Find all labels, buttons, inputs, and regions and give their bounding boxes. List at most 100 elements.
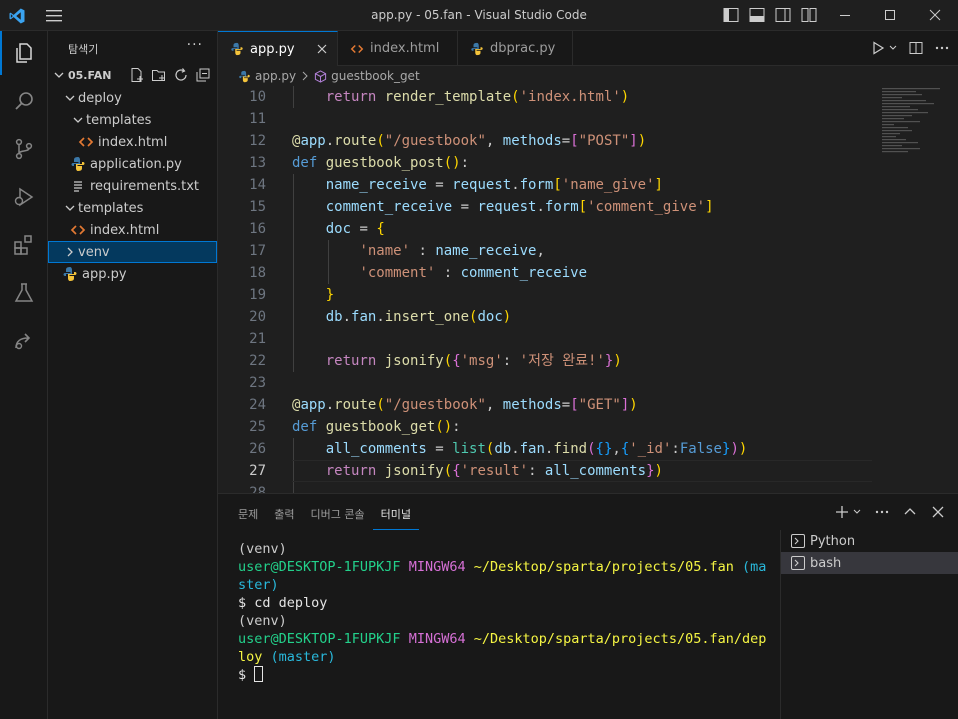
line-number: 18 bbox=[249, 265, 266, 281]
code-line: 22 return jsonify({'msg': '저장 완료!'}) bbox=[218, 350, 958, 372]
tree-item-label: venv bbox=[78, 244, 110, 260]
terminal-item-python[interactable]: Python bbox=[781, 530, 958, 552]
tab-dbprac-py[interactable]: dbprac.py bbox=[458, 31, 573, 66]
terminal-line: (venv) bbox=[238, 613, 287, 629]
panel-tab-terminal[interactable]: 터미널 bbox=[372, 494, 419, 530]
tree-item-label: templates bbox=[78, 200, 144, 216]
search-icon bbox=[15, 92, 33, 110]
activity-testing[interactable] bbox=[0, 271, 48, 315]
breadcrumb: app.py guestbook_get bbox=[218, 66, 958, 86]
toggle-sidebar-icon[interactable] bbox=[722, 6, 740, 24]
tree-item-label: app.py bbox=[82, 266, 127, 282]
python-file-icon bbox=[239, 70, 250, 82]
code-line: 19 } bbox=[218, 284, 958, 306]
terminal-icon bbox=[791, 556, 805, 570]
collapse-all-icon[interactable] bbox=[195, 67, 211, 83]
python-file-icon bbox=[71, 157, 85, 171]
tab-label: index.html bbox=[370, 41, 440, 56]
toggle-panel-icon[interactable] bbox=[748, 6, 766, 24]
activity-run-debug[interactable] bbox=[0, 175, 48, 219]
new-file-icon[interactable] bbox=[129, 67, 145, 83]
code-editor[interactable]: 10 return render_template('index.html') … bbox=[218, 86, 958, 493]
more-actions-icon[interactable] bbox=[874, 504, 890, 520]
line-number: 14 bbox=[249, 177, 266, 193]
explorer-icon bbox=[16, 43, 32, 63]
line-number: 12 bbox=[249, 133, 266, 149]
activity-source-control[interactable] bbox=[0, 127, 48, 171]
tree-folder-templates-root[interactable]: templates bbox=[48, 197, 217, 219]
terminal-prompt: $ bbox=[238, 666, 778, 684]
tree-item-label: templates bbox=[86, 112, 152, 128]
remote-explorer-icon bbox=[15, 333, 31, 350]
code-line: 15 comment_receive = request.form['comme… bbox=[218, 196, 958, 218]
line-number: 10 bbox=[249, 89, 266, 105]
symbol-method-icon bbox=[315, 69, 327, 83]
new-folder-icon[interactable] bbox=[151, 67, 167, 83]
terminal-cursor bbox=[254, 666, 264, 682]
tab-label: app.py bbox=[250, 41, 295, 57]
activity-explorer[interactable] bbox=[0, 31, 48, 75]
panel-tab-problems[interactable]: 문제 bbox=[230, 494, 266, 530]
new-terminal-icon[interactable] bbox=[834, 504, 850, 520]
customize-layout-icon[interactable] bbox=[800, 6, 818, 24]
activity-remote[interactable] bbox=[0, 319, 48, 363]
chevron-down-icon bbox=[65, 95, 75, 101]
line-number: 11 bbox=[249, 111, 266, 127]
code-line: 14 name_receive = request.form['name_giv… bbox=[218, 174, 958, 196]
chevron-down-icon[interactable] bbox=[888, 40, 898, 56]
maximize-icon[interactable] bbox=[881, 6, 899, 24]
close-tab-icon[interactable] bbox=[315, 42, 329, 56]
toggle-secondary-sidebar-icon[interactable] bbox=[774, 6, 792, 24]
bottom-panel: 문제 출력 디버그 콘솔 터미널 (venv) user@DESKTOP-1FUP… bbox=[218, 493, 958, 719]
tree-file-application-py[interactable]: application.py bbox=[48, 153, 217, 175]
activity-extensions[interactable] bbox=[0, 223, 48, 267]
maximize-panel-icon[interactable] bbox=[902, 504, 918, 520]
tree-file-app-py[interactable]: app.py bbox=[48, 263, 217, 285]
close-icon[interactable] bbox=[926, 6, 944, 24]
tree-file-index-html[interactable]: index.html bbox=[48, 131, 217, 153]
workspace-root[interactable]: 05.FAN bbox=[48, 65, 217, 87]
terminal-output[interactable]: (venv) user@DESKTOP-1FUPKJF MINGW64 ~/Des… bbox=[238, 540, 778, 684]
line-number: 25 bbox=[249, 419, 266, 435]
terminal-item-bash[interactable]: bash bbox=[781, 552, 958, 574]
terminal-line: $ cd deploy bbox=[238, 595, 328, 611]
code-line: 20 db.fan.insert_one(doc) bbox=[218, 306, 958, 328]
panel-tab-output[interactable]: 출력 bbox=[266, 494, 302, 530]
split-editor-icon[interactable] bbox=[908, 40, 924, 56]
minimap[interactable] bbox=[880, 86, 944, 166]
tab-app-py[interactable]: app.py bbox=[218, 31, 338, 66]
tree-file-requirements-txt[interactable]: requirements.txt bbox=[48, 175, 217, 197]
panel-tab-debug-console[interactable]: 디버그 콘솔 bbox=[303, 494, 373, 530]
extensions-icon bbox=[14, 235, 32, 255]
tree-item-label: requirements.txt bbox=[90, 178, 200, 194]
refresh-icon[interactable] bbox=[173, 67, 189, 83]
code-line: 28 bbox=[218, 482, 958, 493]
workspace-name: 05.FAN bbox=[68, 69, 112, 82]
terminal-icon bbox=[791, 534, 805, 548]
terminal-item-label: Python bbox=[810, 533, 856, 549]
tree-folder-deploy[interactable]: deploy bbox=[48, 87, 217, 109]
tab-index-html[interactable]: index.html bbox=[338, 31, 458, 66]
tree-item-label: deploy bbox=[78, 90, 122, 106]
breadcrumb-file[interactable]: app.py bbox=[255, 69, 296, 83]
line-number: 17 bbox=[249, 243, 266, 259]
source-control-icon bbox=[15, 138, 33, 160]
line-number: 26 bbox=[249, 441, 266, 457]
run-debug-icon bbox=[14, 187, 34, 207]
line-number: 13 bbox=[249, 155, 266, 171]
run-icon[interactable] bbox=[870, 40, 886, 56]
chevron-down-icon[interactable] bbox=[852, 504, 862, 520]
tree-file-index-html-root[interactable]: index.html bbox=[48, 219, 217, 241]
tree-folder-venv[interactable]: venv bbox=[48, 241, 217, 263]
minimize-icon[interactable] bbox=[836, 6, 854, 24]
activity-bar bbox=[0, 31, 48, 719]
tree-folder-templates[interactable]: templates bbox=[48, 109, 217, 131]
code-line-current: 27 return jsonify({'result': all_comment… bbox=[218, 460, 958, 482]
breadcrumb-symbol[interactable]: guestbook_get bbox=[331, 69, 420, 83]
line-number: 23 bbox=[249, 375, 266, 391]
activity-search[interactable] bbox=[0, 79, 48, 123]
close-panel-icon[interactable] bbox=[930, 504, 946, 520]
more-actions-icon[interactable] bbox=[934, 40, 950, 56]
more-actions-icon[interactable]: ··· bbox=[187, 37, 203, 53]
terminal-line: user@DESKTOP-1FUPKJF MINGW64 ~/Desktop/s… bbox=[238, 559, 767, 575]
